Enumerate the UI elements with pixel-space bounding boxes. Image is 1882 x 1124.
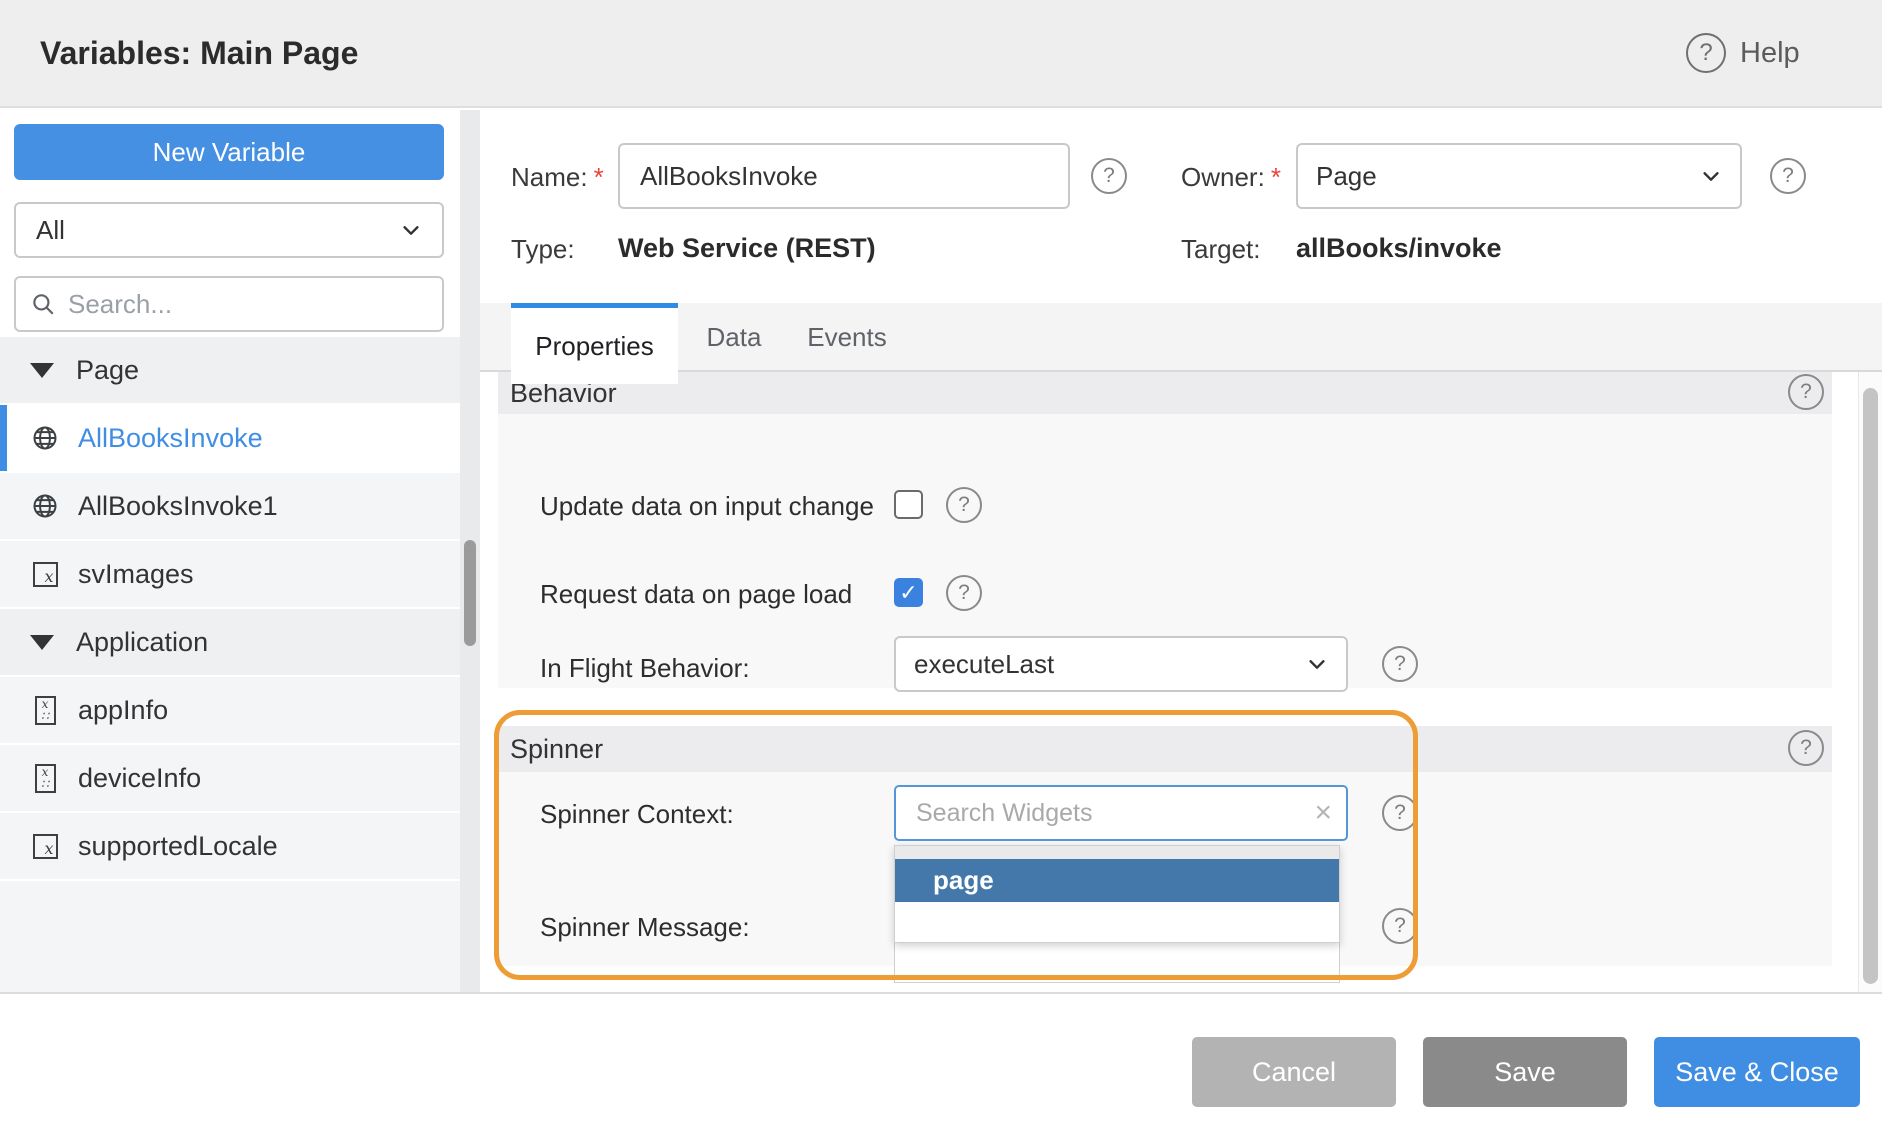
dropdown-option-page[interactable]: page [895, 859, 1339, 902]
chevron-down-icon [1700, 165, 1722, 187]
cancel-button[interactable]: Cancel [1192, 1037, 1396, 1107]
inflight-behavior-select[interactable]: executeLast [894, 636, 1348, 692]
target-value: allBooks/invoke [1296, 233, 1502, 264]
dropdown-top-gap [895, 846, 1339, 859]
filter-selected-value: All [36, 215, 65, 246]
new-variable-button[interactable]: New Variable [14, 124, 444, 180]
spinner-section-header: Spinner [498, 726, 1832, 772]
inflight-behavior-label: In Flight Behavior: [540, 653, 750, 684]
name-help-icon[interactable]: ? [1091, 158, 1127, 194]
static-variable-icon: x [30, 562, 60, 587]
behavior-section-body: Update data on input change ? Request da… [498, 414, 1832, 688]
spinner-section-title: Spinner [510, 734, 603, 765]
tree-item-allbooksinvoke[interactable]: AllBooksInvoke [0, 405, 460, 471]
update-on-input-checkbox[interactable] [894, 490, 923, 519]
help-button[interactable]: ? Help [1686, 31, 1800, 75]
owner-help-icon[interactable]: ? [1770, 158, 1806, 194]
spinner-section-help-icon[interactable]: ? [1788, 730, 1824, 766]
tab-events[interactable]: Events [804, 303, 890, 372]
help-label: Help [1740, 37, 1800, 70]
spinner-message-help-icon[interactable]: ? [1382, 908, 1418, 944]
sidebar-scrollbar-thumb[interactable] [464, 540, 476, 646]
request-on-load-checkbox[interactable]: ✓ [894, 578, 923, 607]
tree-item-supportedlocale[interactable]: x supportedLocale [0, 813, 460, 879]
tab-properties[interactable]: Properties [511, 303, 678, 384]
chevron-down-icon [400, 219, 422, 241]
content-scrollbar [1858, 372, 1882, 992]
search-input[interactable] [68, 289, 428, 320]
tree-group-application[interactable]: Application [0, 609, 460, 675]
owner-label: Owner:* [1181, 162, 1281, 193]
tree-item-appinfo[interactable]: x∷ appInfo [0, 677, 460, 743]
update-on-input-help-icon[interactable]: ? [946, 487, 982, 523]
panel-divider [460, 110, 480, 992]
save-button[interactable]: Save [1423, 1037, 1627, 1107]
inflight-help-icon[interactable]: ? [1382, 646, 1418, 682]
variables-sidebar: New Variable All Page AllBooksI [0, 110, 460, 992]
page-title: Variables: Main Page [40, 0, 358, 106]
static-variable-icon: x [30, 834, 60, 859]
required-asterisk: * [1271, 162, 1281, 192]
owner-select[interactable]: Page [1296, 143, 1742, 209]
editor-tabstrip: Properties Data Events [480, 303, 1882, 372]
variable-editor-panel: Name:* ? Owner:* Page ? Type: Web Servic… [480, 110, 1882, 992]
type-value: Web Service (REST) [618, 233, 876, 264]
update-on-input-label: Update data on input change [540, 491, 874, 522]
name-label: Name:* [511, 162, 604, 193]
inflight-selected-value: executeLast [914, 649, 1054, 680]
variable-search-box [14, 276, 444, 332]
tree-item-deviceinfo[interactable]: x∷ deviceInfo [0, 745, 460, 811]
spinner-context-input[interactable] [916, 799, 1314, 828]
model-variable-icon: x∷ [30, 764, 60, 793]
service-variable-icon [30, 492, 60, 520]
spinner-message-label: Spinner Message: [540, 912, 750, 943]
triangle-down-icon [30, 635, 54, 650]
spinner-context-combobox: × [894, 785, 1348, 841]
tree-item-svimages[interactable]: x svImages [0, 541, 460, 607]
variable-filter-select[interactable]: All [14, 202, 444, 258]
triangle-down-icon [30, 363, 54, 378]
clear-icon[interactable]: × [1314, 798, 1332, 828]
owner-selected-value: Page [1316, 161, 1377, 192]
spinner-context-label: Spinner Context: [540, 799, 734, 830]
tree-item-allbooksinvoke1[interactable]: AllBooksInvoke1 [0, 473, 460, 539]
save-and-close-button[interactable]: Save & Close [1654, 1037, 1860, 1107]
request-on-load-help-icon[interactable]: ? [946, 575, 982, 611]
spinner-context-help-icon[interactable]: ? [1382, 795, 1418, 831]
variables-dialog: Variables: Main Page ? Help New Variable… [0, 0, 1882, 1124]
tree-empty-area [0, 881, 460, 992]
tree-group-page[interactable]: Page [0, 337, 460, 403]
name-input[interactable] [618, 143, 1070, 209]
request-on-load-label: Request data on page load [540, 579, 852, 610]
help-question-icon: ? [1686, 33, 1726, 73]
content-scrollbar-thumb[interactable] [1863, 388, 1878, 984]
model-variable-icon: x∷ [30, 696, 60, 725]
behavior-section-help-icon[interactable]: ? [1788, 374, 1824, 410]
required-asterisk: * [594, 162, 604, 192]
dialog-footer: Cancel Save Save & Close [0, 994, 1882, 1124]
target-label: Target: [1181, 234, 1261, 265]
search-icon [30, 291, 56, 317]
behavior-section-header: Behavior [498, 372, 1832, 414]
type-label: Type: [511, 234, 575, 265]
spinner-message-input[interactable] [894, 943, 1340, 983]
chevron-down-icon [1306, 653, 1328, 675]
dialog-header: Variables: Main Page ? Help [0, 0, 1882, 108]
spinner-context-dropdown: page [894, 845, 1340, 943]
variable-tree: Page AllBooksInvoke AllBooksInvoke1 x sv… [0, 337, 460, 992]
tab-data[interactable]: Data [702, 303, 766, 372]
service-variable-icon [30, 424, 60, 452]
